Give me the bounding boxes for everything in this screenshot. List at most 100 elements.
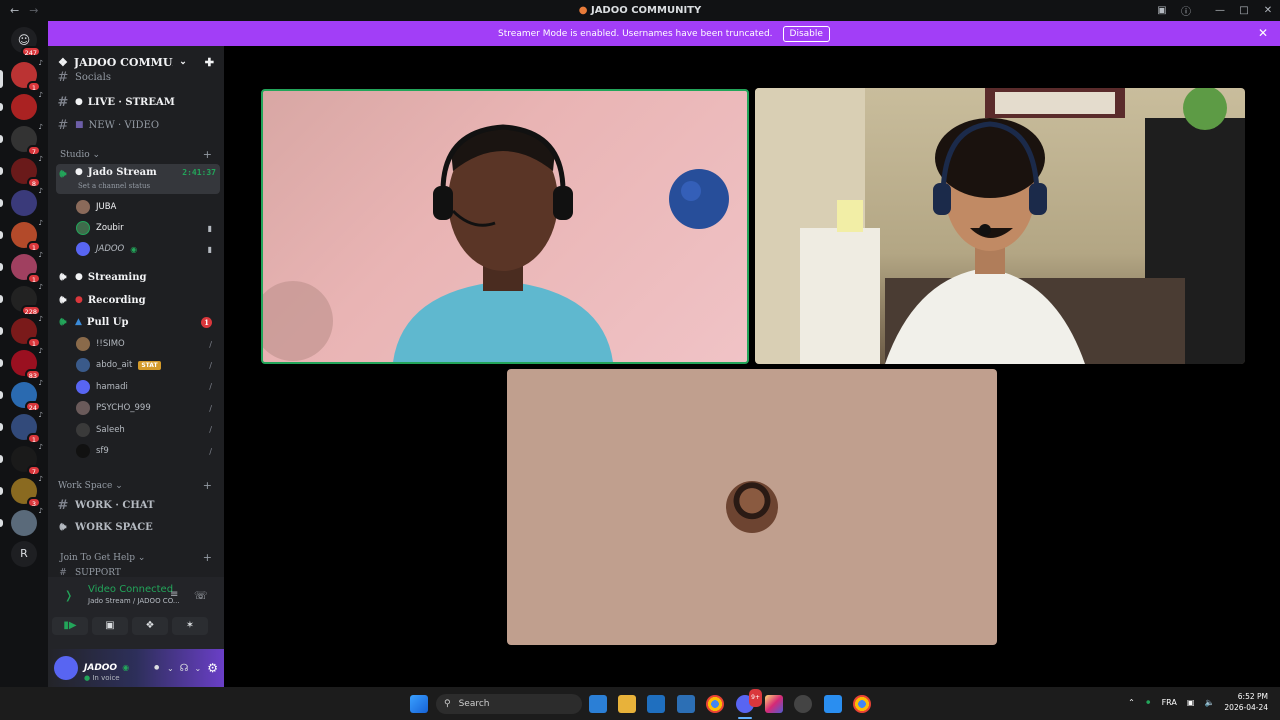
channel-recording[interactable]: 🕪 ● Recording [56,290,220,310]
server-icon[interactable]: ♪ 83 [11,347,43,380]
voice-channel-path[interactable]: Jado Stream / JADOO CO... [88,597,180,605]
back-arrow-icon[interactable]: ← [10,4,19,17]
user-avatar[interactable] [54,656,78,680]
server-icon[interactable]: ♪ 1 [11,315,43,348]
unread-pill [0,263,3,271]
microphone-icon[interactable]: ⚫ [1145,698,1152,707]
voice-user-psycho999[interactable]: PSYCHO_999 ∕ [76,399,216,417]
microphone-icon[interactable]: ⚫ [153,663,161,674]
store-icon[interactable] [677,695,695,713]
outlook-icon[interactable] [647,695,665,713]
instagram-icon[interactable] [765,695,783,713]
server-icon[interactable]: ♪ 228 [11,283,43,316]
clock[interactable]: 6:52 PM 2026-04-24 [1224,691,1268,713]
voice-user-abdoait[interactable]: abdo_ait STAT ∕ [76,356,216,374]
add-channel-icon[interactable]: + [203,551,212,564]
guild-icon: ❖ [58,55,68,69]
video-tile-speaker[interactable] [261,89,749,364]
server-icon[interactable]: ♪ 3 [11,475,43,508]
channel-status[interactable]: Set a channel status [78,182,150,190]
chevron-down-icon[interactable]: ⌄ [167,664,174,673]
inbox-icon[interactable]: ▣ [1150,5,1174,16]
voice-activity-icon: ♪ [38,315,43,323]
home-discord-icon[interactable]: ☺ 247 [11,27,41,57]
close-window-button[interactable]: ✕ [1256,5,1280,16]
screen-share-button[interactable]: ▣ [92,617,128,635]
language-indicator[interactable]: FRA [1162,698,1177,707]
signal-icon[interactable]: ❭ [64,589,73,602]
widgets-icon[interactable] [589,695,607,713]
hash-icon: # [57,497,69,513]
settings-gear-icon[interactable]: ⚙ [207,661,218,675]
category-studio[interactable]: Studio ⌄ [60,150,100,160]
camera-icon: ▮ [207,223,212,233]
server-icon[interactable]: ♪ 1 [11,59,43,92]
server-icon[interactable]: ♪ 8 [11,155,43,188]
unread-badge: 1 [201,316,212,328]
server-icon[interactable]: ♪ 7 [11,443,43,476]
maximize-button[interactable]: □ [1232,5,1256,16]
server-icon[interactable]: ♪ 1 [11,251,43,284]
channel-new-video[interactable]: # ■ NEW · VIDEO [56,115,220,135]
soundboard-button[interactable]: ✶ [172,617,208,635]
channel-jado-stream[interactable]: 🕪 ● Jado Stream 2:41:37 Set a channel st… [56,164,220,194]
voice-user-saleeh[interactable]: Saleeh ∕ [76,421,216,439]
deafened-icon: ∕ [209,339,212,349]
server-icon[interactable]: ♪ 7 [11,123,43,156]
channel-streaming[interactable]: 🕪 ● Streaming [56,267,220,287]
category-work-space[interactable]: Work Space ⌄ [58,481,123,491]
network-icon[interactable]: ▣ [1187,698,1195,707]
voice-user-simo[interactable]: !!SIMO ∕ [76,335,216,353]
chevron-up-icon[interactable]: ⌃ [1128,698,1135,707]
server-icon[interactable]: ♪ [11,187,43,216]
minimize-button[interactable]: — [1208,5,1232,16]
taskbar-search[interactable]: ⚲ Search [436,694,582,714]
voice-user-juba[interactable]: JUBA [76,198,216,216]
app-store-icon[interactable] [824,695,842,713]
server-icon[interactable]: ♪ 1 [11,411,43,444]
channel-live-stream[interactable]: # ● LIVE · STREAM [56,92,220,112]
app-icon[interactable] [794,695,812,713]
server-icon[interactable]: ♪ [11,91,43,120]
channel-pull-up[interactable]: 🕪 ▲ Pull Up 1 [56,312,220,332]
add-channel-icon[interactable]: + [203,148,212,161]
unread-pill [0,327,3,335]
chrome-icon[interactable] [706,695,724,713]
chrome-icon[interactable] [853,695,871,713]
add-channel-icon[interactable]: + [203,479,212,492]
discord-icon[interactable]: 9+ [736,689,762,713]
channel-support[interactable]: # SUPPORT [56,568,220,577]
invite-people-icon[interactable]: ✚ [205,56,214,69]
file-explorer-icon[interactable] [618,695,636,713]
video-tile-user[interactable] [755,88,1245,364]
server-letter-r[interactable]: R [11,541,37,567]
chevron-down-icon[interactable]: ⌄ [195,664,202,673]
camera-button[interactable]: ▮▶ [52,617,88,635]
help-icon[interactable]: ⓘ [1174,3,1198,18]
headphones-icon[interactable]: ☊ [180,663,189,674]
home-badge: 247 [20,46,41,57]
video-tile-avatar-only[interactable] [507,369,997,645]
call-timer: 2:41:37 [182,168,216,177]
server-icon[interactable]: ♪ 1 [11,219,43,252]
channel-work-space[interactable]: 🕪 WORK SPACE [56,517,220,537]
volume-icon[interactable]: 🔈 [1204,698,1214,707]
forward-arrow-icon[interactable]: → [29,4,38,17]
video-frame [755,88,1245,364]
start-windows-icon[interactable] [410,695,428,713]
disable-button[interactable]: Disable [782,25,830,42]
category-join-to-get-help[interactable]: Join To Get Help ⌄ [60,553,145,563]
channel-sidebar: ❖ JADOO COMMUN... ⌄ ✚ # Socials # ● LIVE… [48,46,224,577]
voice-user-jadoo[interactable]: JADOO ◉ ▮ [76,240,216,258]
server-icon[interactable]: ♪ [11,507,43,536]
close-icon[interactable]: ✕ [1258,26,1268,40]
voice-user-hamadi[interactable]: hamadi ∕ [76,378,216,396]
voice-user-sf9[interactable]: sf9 ∕ [76,442,216,460]
activities-button[interactable]: ❖ [132,617,168,635]
noise-suppression-icon[interactable]: ≡ [170,589,178,600]
server-icon[interactable]: ♪ 24 [11,379,43,412]
disconnect-icon[interactable]: ☏ [194,589,208,602]
channel-socials[interactable]: # Socials [56,70,220,84]
voice-user-zoubir[interactable]: Zoubir ▮ [76,219,216,237]
channel-work-chat[interactable]: # WORK · CHAT [56,495,220,515]
